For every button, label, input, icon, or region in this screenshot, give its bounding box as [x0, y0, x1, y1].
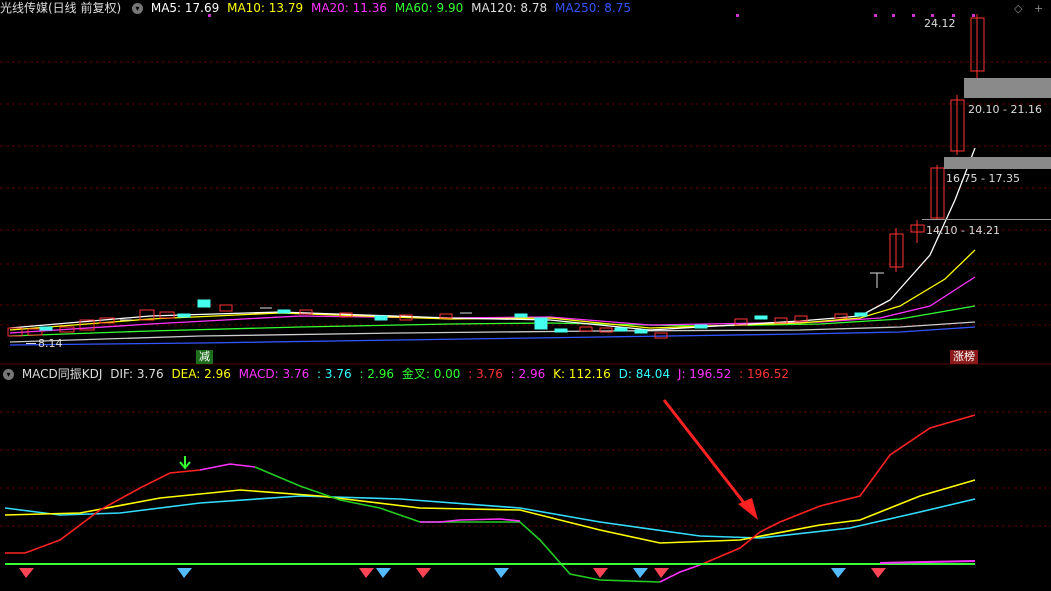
price-grid — [0, 61, 1051, 326]
green-arrow-icon — [179, 456, 191, 470]
top-marker-dots — [208, 14, 975, 17]
red-annotation-arrow-icon — [662, 399, 758, 520]
indicator-lines — [4, 414, 976, 583]
high-price-label: 24.12 — [924, 17, 956, 30]
chart-canvas[interactable] — [0, 0, 1051, 591]
price-zone-3-line — [922, 219, 1051, 220]
zone1-label: 20.10 - 21.16 — [968, 103, 1042, 116]
signal-diamond-icons — [19, 568, 886, 578]
price-zone-1-box — [964, 78, 1051, 98]
reduce-tag[interactable]: 减 — [196, 350, 213, 364]
limit-list-tag[interactable]: 涨榜 — [950, 350, 978, 364]
candles — [7, 14, 985, 339]
zone3-label: 14.10 - 14.21 — [926, 224, 1000, 237]
zone2-label: 16.75 - 17.35 — [946, 172, 1020, 185]
price-zone-2-box — [944, 157, 1051, 169]
moving-average-lines — [9, 147, 976, 346]
low-price-label: 8.14 — [38, 337, 63, 350]
low-price-pointer — [26, 343, 36, 344]
